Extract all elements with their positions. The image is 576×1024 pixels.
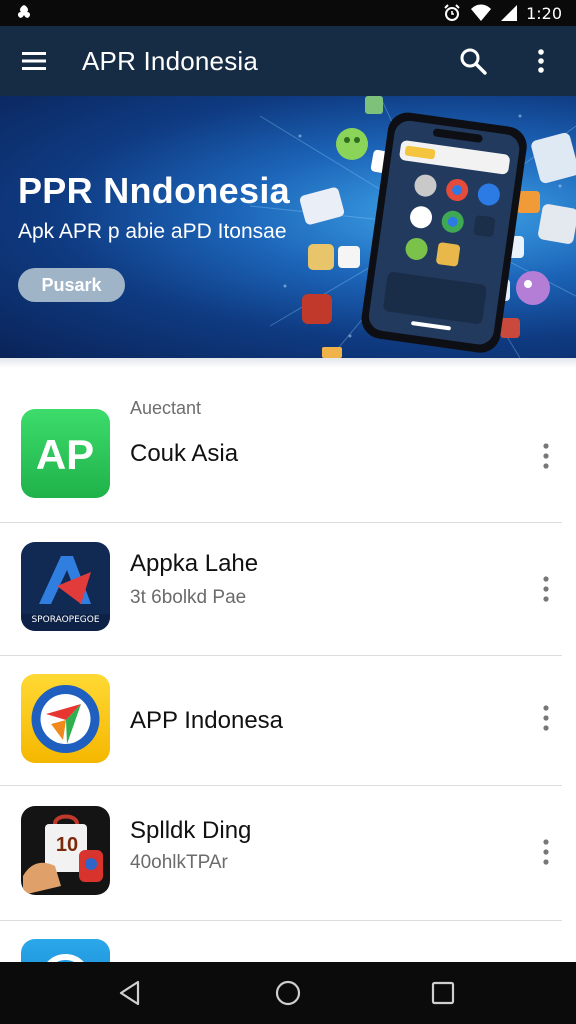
signal-icon — [501, 5, 518, 21]
banner-title: PPR Nndonesia — [18, 170, 290, 211]
app-notification-icon — [17, 5, 31, 18]
app-title: APR Indonesia — [82, 46, 259, 76]
app-indonesa-icon — [21, 674, 110, 763]
status-bar: 1:20 — [0, 0, 576, 26]
promo-banner[interactable]: PPR Nndonesia Apk APR p abie aPD Itonsae… — [0, 96, 576, 358]
shopping-app-icon: 10 — [21, 806, 110, 895]
more-vert-icon[interactable] — [536, 704, 556, 732]
more-vert-icon[interactable] — [536, 442, 556, 470]
list-item[interactable]: 10 Splldk Ding 40ohlkTPAr — [0, 786, 576, 921]
list-item-title: Couk Asia — [130, 440, 239, 467]
navigation-bar — [0, 962, 576, 1024]
list-item[interactable]: APP Indonesa — [0, 656, 576, 786]
ap-app-icon: AP — [21, 409, 110, 498]
back-icon[interactable] — [116, 979, 144, 1007]
banner-subtitle: Apk APR p abie aPD Itonsae — [18, 220, 287, 243]
list-item[interactable]: SPORAOPEGOE Appka Lahe 3t 6bolkd Pae — [0, 523, 576, 656]
partial-app-icon — [21, 939, 110, 962]
more-vert-icon[interactable] — [536, 838, 556, 866]
list-item-subtitle: 40ohlkTPAr — [130, 852, 228, 873]
list-item[interactable] — [0, 921, 576, 962]
list-item-subtitle: 3t 6bolkd Pae — [130, 587, 247, 608]
banner-cta-button[interactable]: Pusark — [18, 268, 125, 302]
svg-text:AP: AP — [36, 431, 94, 478]
icon-caption: 10 — [55, 834, 79, 856]
recents-icon[interactable] — [430, 980, 456, 1006]
wifi-icon — [471, 4, 492, 21]
app-bar: APR Indonesia — [0, 26, 576, 96]
list-item[interactable]: Auectant AP Couk Asia — [0, 358, 576, 523]
list-item-title: APP Indonesa — [130, 707, 284, 734]
appka-app-icon: SPORAOPEGOE — [21, 542, 110, 631]
more-vert-icon[interactable] — [528, 46, 554, 76]
menu-icon[interactable] — [20, 48, 50, 74]
icon-caption: SPORAOPEGOE — [31, 615, 100, 625]
list-item-title: Splldk Ding — [130, 817, 252, 844]
status-time: 1:20 — [526, 3, 562, 23]
more-vert-icon[interactable] — [536, 575, 556, 603]
list-item-overline: Auectant — [130, 398, 202, 418]
list-item-title: Appka Lahe — [130, 550, 259, 577]
home-icon[interactable] — [274, 979, 302, 1007]
app-list: Auectant AP Couk Asia SPORAOPEGOE Appka … — [0, 358, 576, 962]
alarm-icon — [444, 4, 460, 21]
search-icon[interactable] — [458, 46, 488, 76]
banner-shadow — [0, 358, 576, 368]
